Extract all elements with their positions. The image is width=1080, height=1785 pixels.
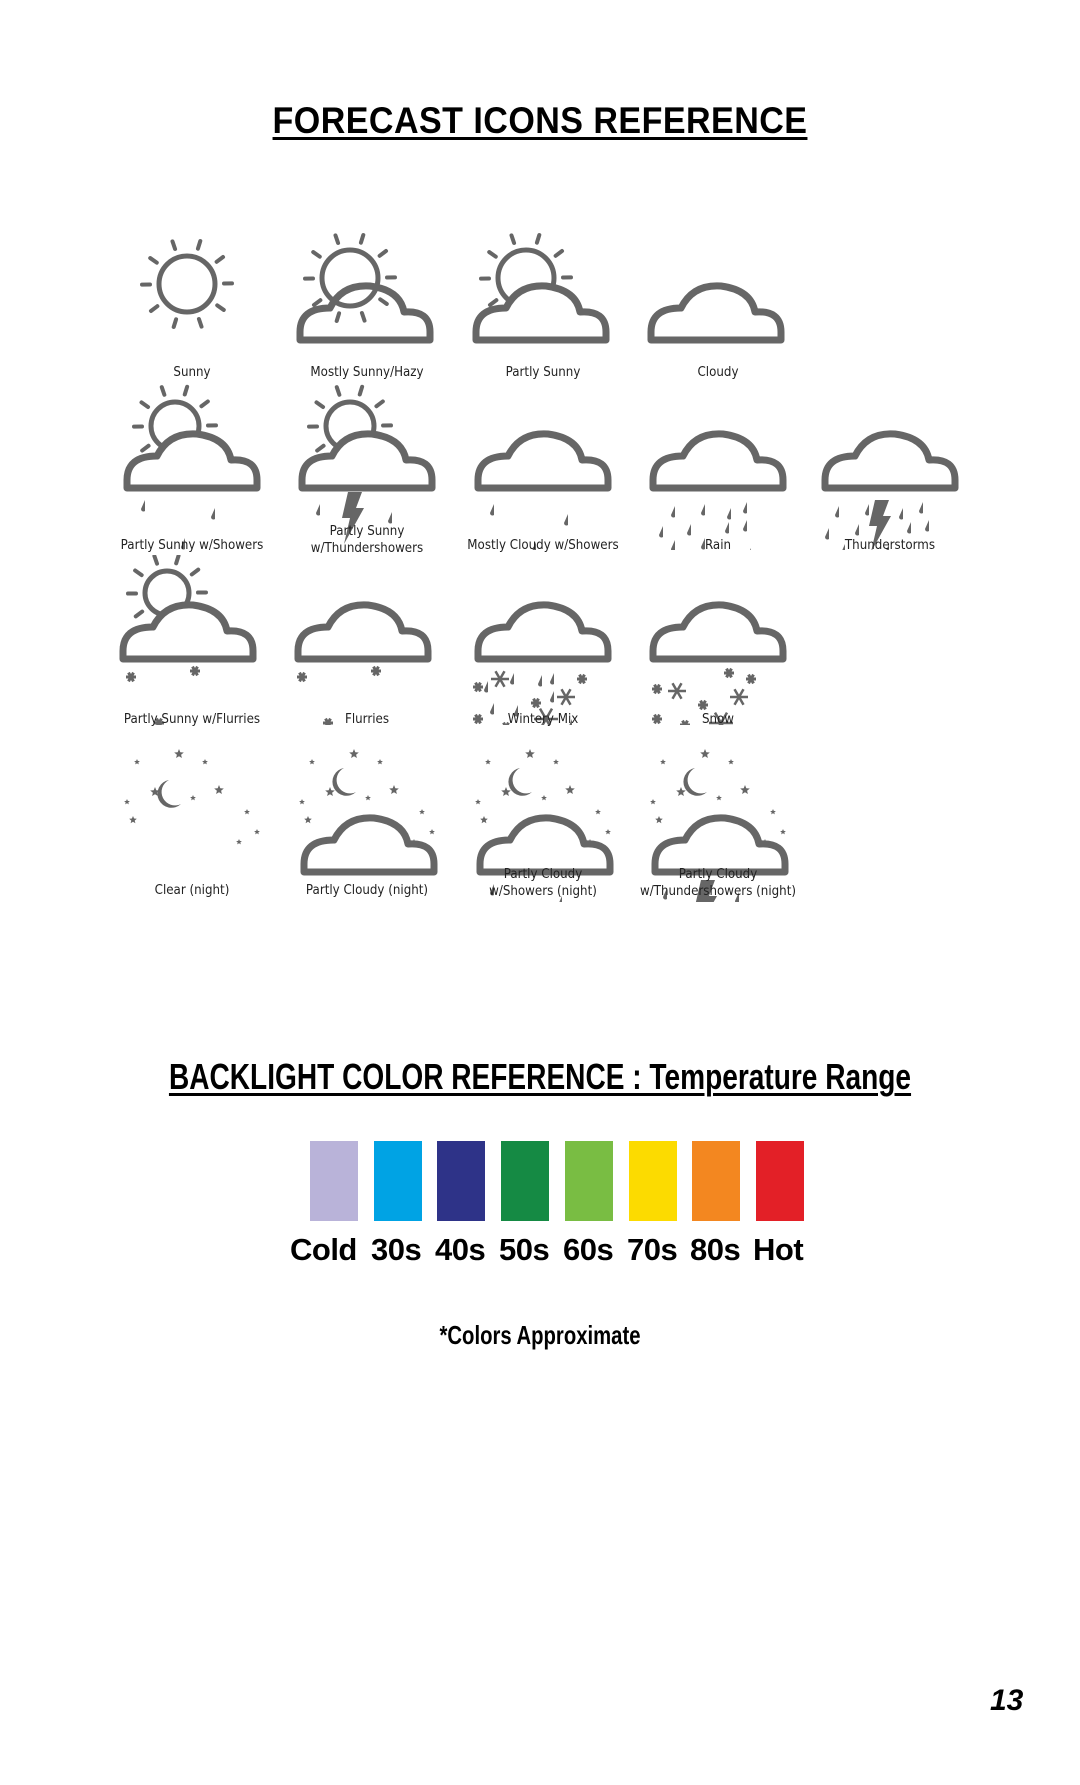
forecast-icon-label: Cloudy (697, 364, 739, 380)
page-number: 13 (990, 1684, 1024, 1717)
temperature-label: 80s (690, 1232, 741, 1267)
snow-icon (633, 555, 803, 725)
wintery-mix-icon (458, 555, 628, 725)
forecast-icon-label: Clear (night) (154, 882, 230, 898)
mostly-sunny-hazy-icon (282, 214, 452, 384)
forecast-icon-item (282, 732, 452, 902)
temperature-label: 70s (627, 1232, 678, 1267)
forecast-icon-item (282, 555, 452, 725)
forecast-icon-item (458, 380, 628, 550)
flurries-icon (282, 555, 452, 725)
color-swatch-40s (437, 1141, 486, 1221)
forecast-icon-label: Mostly Sunny/Hazy (310, 364, 424, 380)
forecast-icon-label: Flurries (344, 711, 390, 727)
rain-icon (633, 380, 803, 550)
color-swatch-50s (501, 1141, 550, 1221)
forecast-icons-title: FORECAST ICONS REFERENCE (272, 100, 808, 141)
partly-cloudy-night-icon (282, 732, 452, 902)
temperature-label: 60s (563, 1232, 614, 1267)
color-swatch-30s (373, 1141, 422, 1221)
forecast-icon-label: Wintery Mix (507, 711, 579, 727)
forecast-icon-label: Snow (701, 711, 735, 727)
forecast-icon-item (458, 214, 628, 384)
forecast-icon-label: Partly Sunny (505, 364, 581, 380)
forecast-icon-item (458, 555, 628, 725)
forecast-icon-label: Partly Sunny w/Showers (120, 537, 264, 553)
temperature-label: 40s (435, 1232, 486, 1267)
color-swatch-hot (755, 1141, 804, 1221)
forecast-icon-item (633, 555, 803, 725)
forecast-icon-label: Mostly Cloudy w/Showers (467, 537, 619, 553)
forecast-icon-item (633, 380, 803, 550)
forecast-icon-item (805, 380, 975, 550)
forecast-icon-item (107, 555, 277, 725)
forecast-icon-item (282, 214, 452, 384)
cloudy-icon (633, 214, 803, 384)
forecast-icon-label: Rain (704, 537, 732, 553)
forecast-icon-item (633, 214, 803, 384)
forecast-icon-label: Partly Cloudy w/Thundershowers (night) (639, 866, 796, 899)
color-swatch-80s (692, 1141, 741, 1221)
partly-sunny-icon (458, 214, 628, 384)
forecast-icon-label: Sunny (173, 364, 211, 380)
partly-sunny-showers-icon (107, 380, 277, 550)
forecast-icon-item (107, 380, 277, 550)
forecast-icon-item (107, 214, 277, 384)
temperature-label: 30s (371, 1232, 422, 1267)
forecast-icon-label: Partly Sunny w/Thundershowers (310, 523, 424, 556)
temperature-label: Hot (753, 1232, 804, 1267)
color-swatch-70s (628, 1141, 677, 1221)
color-swatch-60s (564, 1141, 613, 1221)
backlight-color-title: BACKLIGHT COLOR REFERENCE : Temperature … (168, 1056, 912, 1097)
temperature-label: 50s (499, 1232, 550, 1267)
forecast-icon-item (107, 732, 277, 902)
colors-approximate-note: *Colors Approximate (439, 1320, 641, 1350)
thunderstorms-icon (805, 380, 975, 550)
color-swatch-cold (310, 1141, 358, 1221)
clear-night-icon (107, 732, 277, 902)
forecast-icon-label: Partly Cloudy w/Showers (night) (489, 866, 597, 899)
sunny-icon (107, 214, 277, 384)
mostly-cloudy-showers-icon (458, 380, 628, 550)
forecast-icon-label: Partly Sunny w/Flurries (123, 711, 261, 727)
partly-sunny-flurries-icon (107, 555, 277, 725)
temperature-label: Cold (290, 1232, 357, 1267)
forecast-icon-label: Partly Cloudy (night) (305, 882, 429, 898)
forecast-icon-label: Thunderstorms (844, 537, 936, 553)
